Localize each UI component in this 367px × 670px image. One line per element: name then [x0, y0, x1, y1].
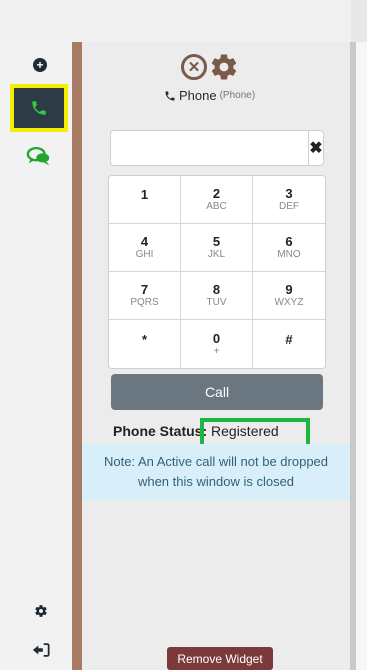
- key-letters: GHI: [135, 249, 154, 260]
- key-letters: WXYZ: [274, 297, 304, 308]
- key-digit: 7: [140, 282, 149, 297]
- chat-icon: [26, 146, 50, 166]
- close-widget-icon[interactable]: ✕: [181, 54, 207, 80]
- key-3[interactable]: 3 DEF: [253, 176, 325, 224]
- key-digit: 5: [212, 234, 221, 249]
- key-digit: #: [285, 331, 293, 347]
- key-letters: PQRS: [130, 297, 159, 308]
- key-digit: 0: [212, 330, 221, 346]
- key-letters: MNO: [277, 249, 301, 260]
- sidebar-item-phone[interactable]: [10, 84, 68, 132]
- key-digit: 2: [212, 186, 221, 201]
- widget-settings-icon[interactable]: [209, 52, 239, 82]
- key-letters: DEF: [279, 201, 299, 212]
- key-digit: 8: [212, 282, 221, 297]
- sidebar-item-chat[interactable]: [26, 145, 52, 167]
- call-button[interactable]: Call: [111, 374, 323, 410]
- key-digit: 4: [140, 234, 149, 249]
- dial-input-group: ✖: [110, 130, 324, 166]
- sign-out-icon[interactable]: [32, 642, 50, 658]
- clear-icon: ✖: [309, 140, 323, 157]
- remove-widget-button[interactable]: Remove Widget: [167, 647, 273, 670]
- widget-title-text: Phone: [179, 88, 217, 103]
- key-7[interactable]: 7 PQRS: [109, 272, 181, 320]
- key-9[interactable]: 9 WXYZ: [253, 272, 325, 320]
- gear-icon[interactable]: [34, 604, 48, 618]
- widget-header-icons: ✕: [181, 52, 253, 82]
- key-8[interactable]: 8 TUV: [181, 272, 253, 320]
- right-margin: [356, 42, 367, 670]
- key-1[interactable]: 1: [109, 176, 181, 224]
- key-digit: 6: [285, 234, 293, 249]
- add-widget-button[interactable]: +: [16, 58, 64, 72]
- key-hash[interactable]: #: [253, 320, 325, 368]
- info-note: Note: An Active call will not be dropped…: [82, 444, 350, 500]
- key-2[interactable]: 2 ABC: [181, 176, 253, 224]
- key-letters: TUV: [206, 297, 227, 308]
- key-digit: 3: [285, 186, 293, 201]
- key-letters: +: [213, 345, 220, 357]
- key-star[interactable]: *: [109, 320, 181, 368]
- panel-accent-bar: [72, 42, 82, 670]
- phone-status-label: Phone Status:: [113, 423, 208, 439]
- phone-icon: [32, 101, 46, 115]
- key-0[interactable]: 0 +: [181, 320, 253, 368]
- widget-title-sub: (Phone): [219, 90, 256, 101]
- key-digit: 1: [140, 187, 149, 202]
- key-4[interactable]: 4 GHI: [109, 224, 181, 272]
- key-6[interactable]: 6 MNO: [253, 224, 325, 272]
- dial-keypad: 1 2 ABC 3 DEF 4 GHI 5 JKL 6 MNO 7 PQRS 8 TUV 9W…: [108, 175, 326, 369]
- key-letters: ABC: [206, 201, 227, 212]
- key-letters: JKL: [207, 249, 226, 260]
- key-digit: 9: [285, 282, 293, 297]
- dial-number-input[interactable]: [110, 130, 308, 166]
- left-sidebar: [0, 42, 72, 670]
- key-digit: *: [141, 331, 148, 347]
- key-5[interactable]: 5 JKL: [181, 224, 253, 272]
- top-bar-edge: [351, 0, 367, 42]
- clear-number-button[interactable]: ✖: [308, 130, 324, 166]
- top-bar: [0, 0, 367, 42]
- plus-circle-icon: +: [33, 58, 47, 72]
- phone-title-icon: [165, 91, 175, 100]
- widget-title: Phone (Phone): [164, 88, 284, 103]
